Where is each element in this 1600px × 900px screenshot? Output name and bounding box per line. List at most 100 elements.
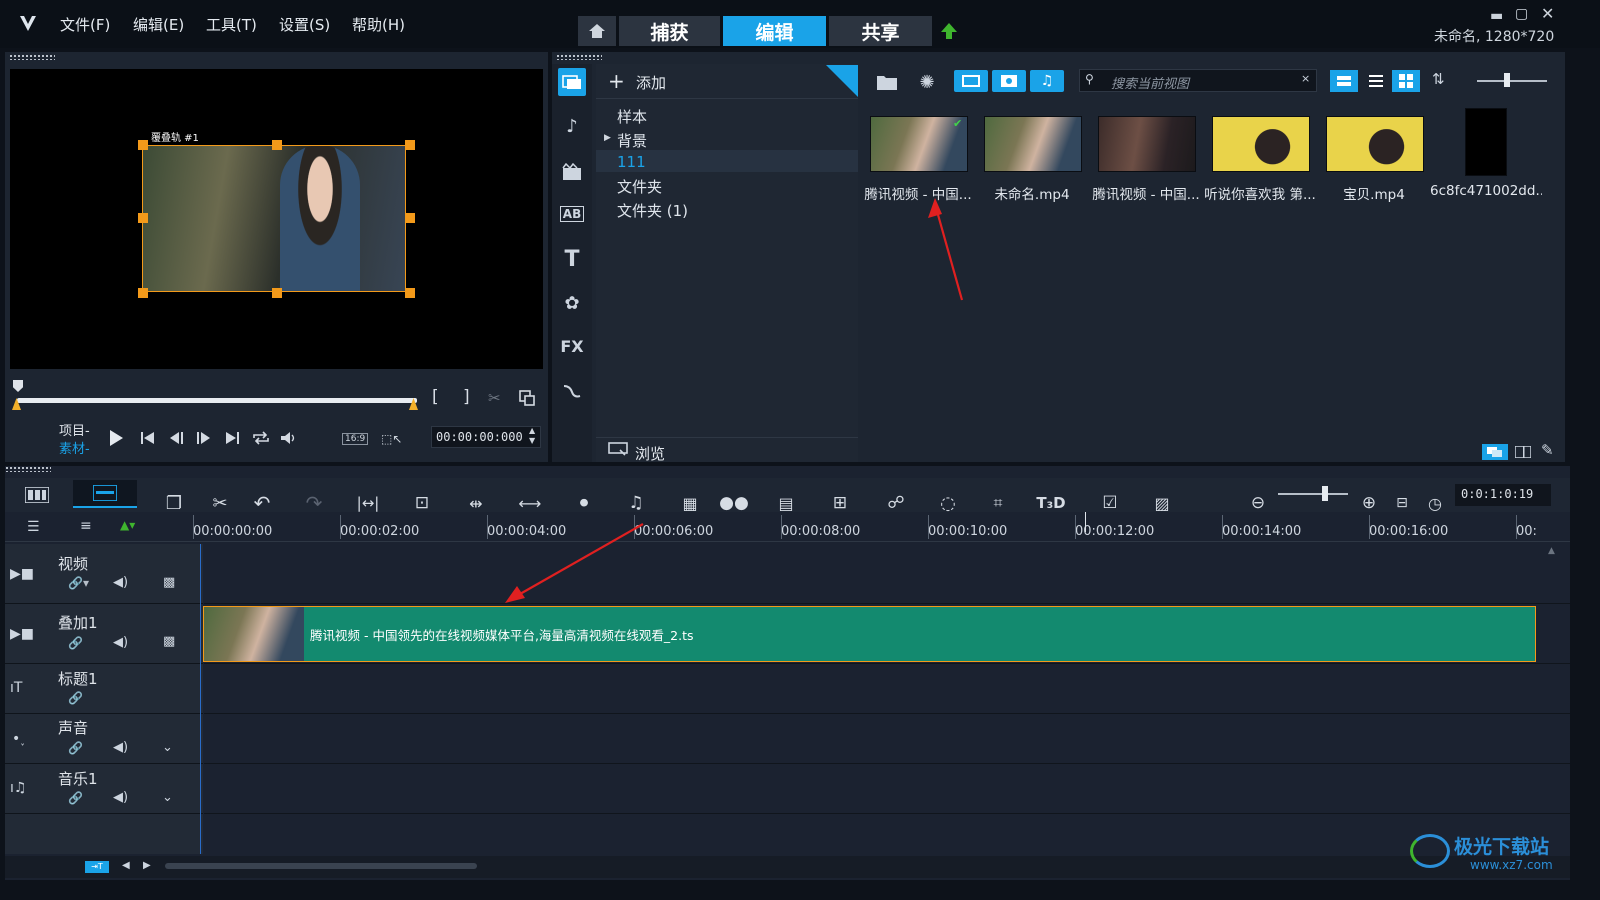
- menu-edit[interactable]: 编辑(E): [133, 14, 184, 35]
- tab-capture[interactable]: 捕获: [619, 16, 720, 46]
- overlay-clip-preview[interactable]: [142, 145, 406, 292]
- aspect-ratio-button[interactable]: 16:9: [342, 433, 369, 445]
- motion-path-icon[interactable]: [558, 377, 586, 405]
- split-scissors-icon[interactable]: ✂: [488, 389, 501, 407]
- scroll-up-icon[interactable]: ▲: [1548, 546, 1555, 556]
- instant-project-icon[interactable]: [558, 158, 586, 186]
- mute-icon[interactable]: ◀): [113, 575, 128, 590]
- horizontal-scrollbar[interactable]: [165, 863, 477, 869]
- menu-file[interactable]: 文件(F): [60, 14, 110, 35]
- go-to-start-icon[interactable]: [138, 428, 158, 448]
- track-manager-icon[interactable]: ☰: [27, 519, 40, 535]
- expand-arrow-icon[interactable]: ▶: [604, 133, 611, 143]
- slider-thumb[interactable]: [1322, 486, 1328, 501]
- folder-generic-1[interactable]: 文件夹 (1): [617, 200, 688, 221]
- thumbnail-view-icon[interactable]: [1330, 70, 1358, 92]
- go-to-end-icon[interactable]: [222, 428, 242, 448]
- playhead-marker[interactable]: [13, 380, 23, 392]
- filter-fx-icon[interactable]: FX: [558, 332, 586, 360]
- media-thumbnail[interactable]: [1465, 108, 1507, 176]
- scroll-left-icon[interactable]: ◀: [122, 860, 130, 871]
- thumbnail-size-slider[interactable]: [1477, 80, 1547, 82]
- media-thumbnail[interactable]: [1098, 116, 1196, 172]
- clear-search-icon[interactable]: ×: [1301, 72, 1310, 85]
- playhead-line[interactable]: [200, 544, 201, 854]
- mode-project[interactable]: 项目-: [59, 420, 90, 439]
- grid-toggle-icon[interactable]: ▩: [163, 634, 175, 649]
- expand-track-icon[interactable]: ⌄: [162, 740, 173, 755]
- track-music[interactable]: [204, 764, 1570, 814]
- track-header-video[interactable]: [5, 544, 203, 604]
- folder-111[interactable]: 111: [617, 153, 646, 171]
- folder-samples[interactable]: 样本: [617, 106, 647, 127]
- mark-out-button[interactable]: ]: [463, 387, 470, 407]
- upload-icon[interactable]: [938, 20, 960, 42]
- media-thumbnail[interactable]: [1212, 116, 1310, 172]
- track-header-title[interactable]: [5, 664, 203, 714]
- menu-help[interactable]: 帮助(H): [352, 14, 405, 35]
- link-icon[interactable]: 🔗: [68, 636, 83, 650]
- chapter-marker-icon[interactable]: ▲▾: [120, 518, 135, 532]
- title-icon[interactable]: T: [558, 245, 586, 273]
- track-header-music[interactable]: [5, 764, 203, 814]
- expand-track-icon[interactable]: ⌄: [162, 790, 173, 805]
- import-media-icon[interactable]: [874, 70, 900, 94]
- mode-clip[interactable]: 素材-: [59, 438, 90, 457]
- resize-handle[interactable]: [138, 213, 148, 223]
- previous-frame-icon[interactable]: [167, 428, 187, 448]
- media-thumbnail[interactable]: [984, 116, 1082, 172]
- panel-grip[interactable]: [5, 466, 51, 472]
- grid-view-icon[interactable]: [1392, 70, 1420, 92]
- timecode-stepper[interactable]: ▲ ▼: [529, 426, 535, 446]
- storyboard-view-icon[interactable]: [20, 482, 54, 508]
- next-frame-icon[interactable]: [194, 428, 214, 448]
- minimize-button[interactable]: ▬: [1490, 8, 1503, 24]
- link-icon[interactable]: 🔗: [68, 741, 83, 755]
- timecode-field[interactable]: 00:00:00:000: [431, 426, 541, 448]
- media-label[interactable]: 听说你喜欢我 第...: [1204, 183, 1316, 203]
- scrubber-bar[interactable]: [17, 398, 417, 403]
- add-folder-button[interactable]: 添加: [636, 72, 666, 93]
- link-icon[interactable]: 🔗: [68, 791, 83, 805]
- transition-icon[interactable]: AB: [558, 200, 586, 228]
- track-header-voice[interactable]: [5, 714, 203, 764]
- show-videos-toggle[interactable]: [954, 70, 988, 92]
- media-label[interactable]: 6c8fc471002dd...: [1430, 183, 1542, 199]
- track-video[interactable]: [204, 544, 1570, 604]
- duration-field[interactable]: 0:0:1:0:19: [1455, 484, 1551, 506]
- app-logo-icon[interactable]: [14, 10, 42, 36]
- resize-handle[interactable]: [405, 288, 415, 298]
- browse-button[interactable]: 浏览: [635, 443, 665, 464]
- resize-handle[interactable]: [272, 140, 282, 150]
- browse-icon[interactable]: [607, 440, 629, 458]
- media-library-icon[interactable]: [558, 68, 586, 96]
- tab-share[interactable]: 共享: [829, 16, 932, 46]
- grid-toggle-icon[interactable]: ▩: [163, 575, 175, 590]
- resize-handle[interactable]: [272, 288, 282, 298]
- panel-layout-icon[interactable]: [1512, 444, 1534, 460]
- close-button[interactable]: ✕: [1541, 4, 1554, 23]
- repeat-icon[interactable]: [250, 428, 272, 448]
- folder-generic[interactable]: 文件夹: [617, 176, 662, 197]
- edit-properties-icon[interactable]: ✎: [1541, 441, 1554, 459]
- panel-grip[interactable]: [9, 54, 55, 60]
- folder-backgrounds[interactable]: 背景: [617, 130, 647, 151]
- scroll-right-icon[interactable]: ▶: [143, 860, 151, 871]
- mute-icon[interactable]: ◀): [113, 635, 128, 650]
- maximize-button[interactable]: ▢: [1515, 6, 1528, 22]
- resize-handle[interactable]: [405, 213, 415, 223]
- play-button[interactable]: [105, 427, 127, 449]
- media-thumbnail[interactable]: [1326, 116, 1424, 172]
- panel-grip[interactable]: [556, 54, 602, 60]
- timeline-view-icon[interactable]: [73, 480, 137, 508]
- capture-icon[interactable]: ✺: [914, 70, 940, 94]
- add-track-icon[interactable]: ≡: [80, 518, 92, 534]
- track-voice[interactable]: [204, 714, 1570, 764]
- mute-icon[interactable]: ◀): [113, 740, 128, 755]
- track-title[interactable]: [204, 664, 1570, 714]
- list-view-icon[interactable]: [1362, 70, 1390, 92]
- enlarge-preview-icon[interactable]: [518, 389, 536, 407]
- volume-icon[interactable]: [278, 428, 300, 448]
- menu-settings[interactable]: 设置(S): [279, 14, 330, 35]
- safe-area-icon[interactable]: ⬚↖: [381, 432, 402, 446]
